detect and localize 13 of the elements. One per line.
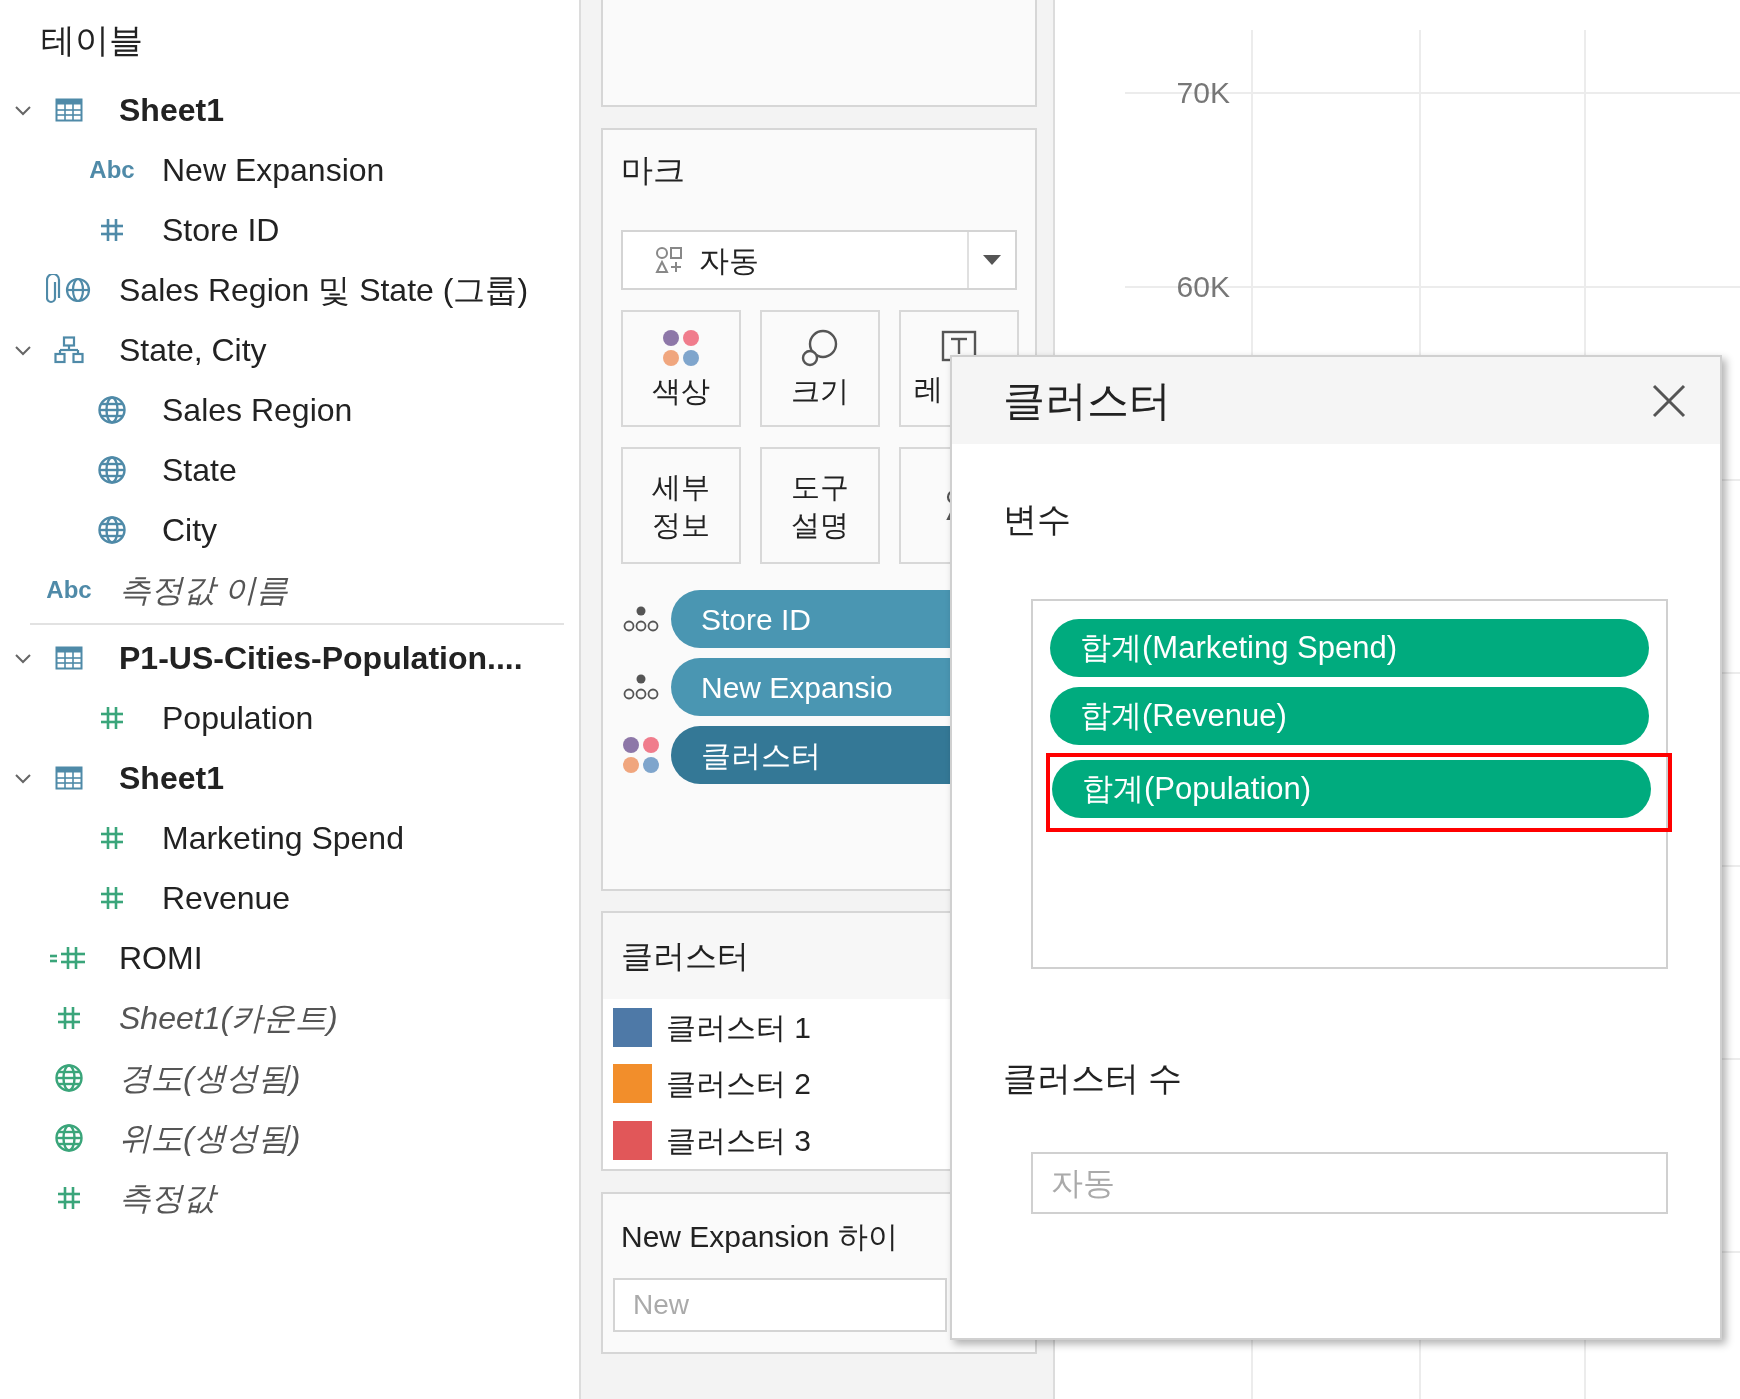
card-title: 클러스터: [621, 936, 749, 976]
legend-label: 클러스터 1: [666, 1009, 812, 1046]
text-type-icon: Abc: [46, 578, 92, 602]
legend-label: 클러스터 2: [666, 1066, 812, 1103]
legend-label: 클러스터 3: [666, 1123, 812, 1160]
section-label: 변수: [1003, 500, 1071, 538]
axis-label: 70K: [1176, 78, 1230, 108]
section-title: 테이블: [41, 19, 143, 61]
section-label: 클러스터 수: [1003, 1059, 1183, 1097]
axis-label: 60K: [1176, 272, 1230, 302]
card-title: 마크: [621, 151, 685, 190]
text-type-icon: Abc: [89, 158, 135, 182]
card-title: New Expansion 하이: [621, 1218, 898, 1255]
